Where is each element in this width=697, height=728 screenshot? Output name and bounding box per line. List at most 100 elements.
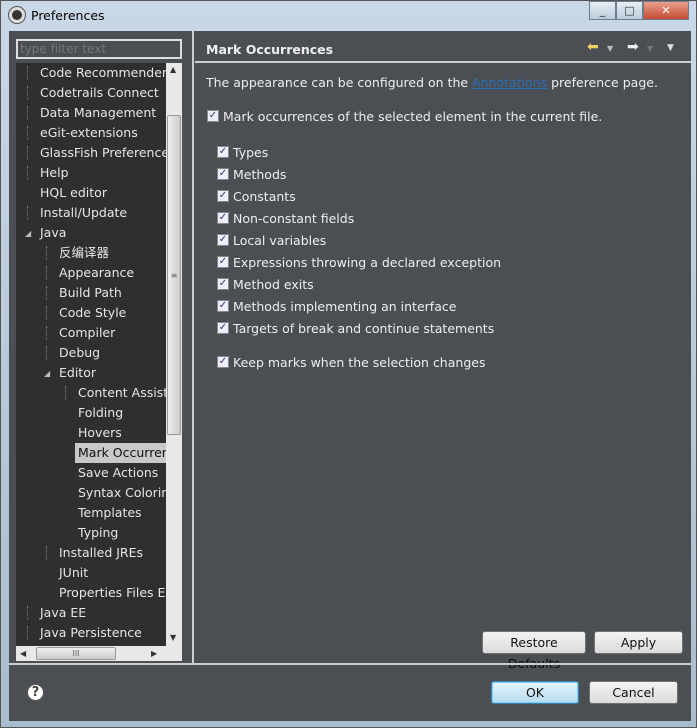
- view-menu-chevron-icon[interactable]: ▼: [667, 43, 674, 53]
- intro-text: The appearance can be configured on the …: [206, 75, 658, 90]
- back-arrow-icon[interactable]: ⬅: [587, 39, 599, 55]
- tree-item[interactable]: Java Persistence: [40, 623, 142, 643]
- tree-expand-toggle[interactable]: [27, 86, 28, 100]
- tree-expand-toggle[interactable]: [46, 266, 47, 280]
- tree-expand-toggle[interactable]: [27, 126, 28, 140]
- intro-suffix: preference page.: [551, 75, 658, 90]
- tree-expand-toggle[interactable]: [46, 326, 47, 340]
- keep-marks-checkbox[interactable]: ✓: [217, 356, 229, 368]
- option-checkbox[interactable]: ✓: [217, 300, 229, 312]
- tree-expand-toggle[interactable]: [27, 166, 28, 180]
- tree-expand-toggle[interactable]: [46, 286, 47, 300]
- ok-button[interactable]: OK: [491, 681, 579, 704]
- eclipse-app-icon: [9, 7, 25, 23]
- filter-input[interactable]: [16, 39, 182, 59]
- scroll-right-icon[interactable]: ▶: [151, 649, 157, 658]
- tree-expand-toggle[interactable]: [46, 546, 47, 560]
- preference-page: Mark Occurrences ⬅ ▼ ➡ ▼ ▼ The appearanc…: [195, 31, 691, 671]
- tree-item[interactable]: Save Actions: [78, 463, 158, 483]
- panel-divider[interactable]: [192, 31, 194, 663]
- tree-expand-toggle[interactable]: [46, 346, 47, 360]
- tree-item[interactable]: Code Recommenders: [40, 63, 174, 83]
- tree-item[interactable]: Templates: [78, 503, 142, 523]
- option-label: Expressions throwing a declared exceptio…: [233, 255, 502, 270]
- option-checkbox[interactable]: ✓: [217, 234, 229, 246]
- option-label: Targets of break and continue statements: [233, 321, 495, 336]
- tree-item[interactable]: Installed JREs: [59, 543, 143, 563]
- tree-item[interactable]: Debug: [59, 343, 100, 363]
- tree-expand-toggle[interactable]: [27, 626, 28, 640]
- option-label: Methods implementing an interface: [233, 299, 457, 314]
- tree-horizontal-scrollbar[interactable]: ◀ III ▶: [16, 646, 182, 661]
- scroll-left-icon[interactable]: ◀: [20, 649, 26, 658]
- mark-occurrences-label: Mark occurrences of the selected element…: [223, 109, 603, 124]
- tree-item[interactable]: Help: [40, 163, 69, 183]
- tree-item[interactable]: Properties Files Editor: [59, 583, 182, 603]
- maximize-button[interactable]: □: [616, 1, 643, 20]
- tree-item[interactable]: Data Management: [40, 103, 156, 123]
- tree-collapse-icon[interactable]: ◢: [25, 229, 31, 238]
- preference-tree: Java Persistence Java EE Properties Files …: [16, 63, 182, 661]
- tree-expand-toggle[interactable]: [46, 246, 47, 260]
- minimize-button[interactable]: _: [589, 1, 616, 20]
- tree-expand-toggle[interactable]: [27, 606, 28, 620]
- back-menu-chevron-icon[interactable]: ▼: [607, 44, 613, 53]
- annotations-link[interactable]: Annotations: [472, 75, 547, 90]
- scroll-up-icon[interactable]: ▲: [170, 65, 176, 74]
- tree-item[interactable]: JUnit: [59, 563, 88, 583]
- tree-item[interactable]: GlassFish Preferences: [40, 143, 176, 163]
- tree-item[interactable]: Install/Update: [40, 203, 127, 223]
- option-label: Methods: [233, 167, 287, 182]
- tree-expand-toggle[interactable]: [27, 146, 28, 160]
- tree-item[interactable]: eGit-extensions: [40, 123, 138, 143]
- scroll-thumb[interactable]: ≡: [167, 115, 181, 435]
- option-label: Types: [233, 145, 269, 160]
- preferences-window: Preferences _ □ ✕ Java PersistenceJava E…: [0, 0, 697, 728]
- scroll-down-icon[interactable]: ▼: [170, 633, 176, 642]
- title-bar: Preferences _ □ ✕: [1, 1, 697, 29]
- tree-item[interactable]: Build Path: [59, 283, 122, 303]
- tree-item[interactable]: Java EE: [40, 603, 86, 623]
- tree-expand-toggle[interactable]: [27, 66, 28, 80]
- option-checkbox[interactable]: ✓: [217, 278, 229, 290]
- tree-item[interactable]: Content Assist: [78, 383, 168, 403]
- restore-defaults-button[interactable]: Restore Defaults: [482, 631, 586, 671]
- tree-expand-toggle[interactable]: [46, 306, 47, 320]
- option-checkbox[interactable]: ✓: [217, 322, 229, 334]
- close-button[interactable]: ✕: [643, 1, 689, 20]
- option-checkbox[interactable]: ✓: [217, 212, 229, 224]
- option-checkbox[interactable]: ✓: [217, 256, 229, 268]
- tree-item[interactable]: 反编译器: [59, 243, 109, 263]
- tree-item[interactable]: Syntax Coloring: [78, 483, 177, 503]
- tree-item[interactable]: Codetrails Connect: [40, 83, 159, 103]
- mark-occurrences-checkbox[interactable]: ✓: [207, 110, 219, 122]
- help-icon[interactable]: ?: [26, 683, 45, 702]
- tree-item[interactable]: Folding: [78, 403, 123, 423]
- tree-item[interactable]: Compiler: [59, 323, 115, 343]
- option-checkbox[interactable]: ✓: [217, 168, 229, 180]
- hscroll-thumb[interactable]: III: [36, 647, 116, 660]
- cancel-button[interactable]: Cancel: [589, 681, 678, 704]
- option-checkbox[interactable]: ✓: [217, 190, 229, 202]
- tree-collapse-icon[interactable]: ◢: [44, 369, 50, 378]
- tree-item[interactable]: Appearance: [59, 263, 134, 283]
- tree-item[interactable]: HQL editor: [40, 183, 107, 203]
- tree-vertical-scrollbar[interactable]: ▲ ≡ ▼: [166, 63, 182, 646]
- dialog-body: Java PersistenceJava EEProperties Files …: [9, 31, 691, 721]
- tree-item[interactable]: Typing: [78, 523, 118, 543]
- option-checkbox[interactable]: ✓: [217, 146, 229, 158]
- forward-menu-chevron-icon[interactable]: ▼: [647, 44, 653, 53]
- option-label: Constants: [233, 189, 296, 204]
- option-label: Non-constant fields: [233, 211, 355, 226]
- tree-expand-toggle[interactable]: [27, 106, 28, 120]
- page-title: Mark Occurrences: [206, 42, 334, 57]
- forward-arrow-icon[interactable]: ➡: [627, 39, 639, 55]
- window-title: Preferences: [31, 8, 105, 23]
- tree-item[interactable]: Editor: [59, 363, 96, 383]
- tree-item[interactable]: Hovers: [78, 423, 122, 443]
- apply-button[interactable]: Apply: [594, 631, 683, 654]
- tree-item[interactable]: Code Style: [59, 303, 126, 323]
- tree-expand-toggle[interactable]: [65, 386, 66, 400]
- tree-expand-toggle[interactable]: [27, 206, 28, 220]
- tree-item[interactable]: Java: [40, 223, 66, 243]
